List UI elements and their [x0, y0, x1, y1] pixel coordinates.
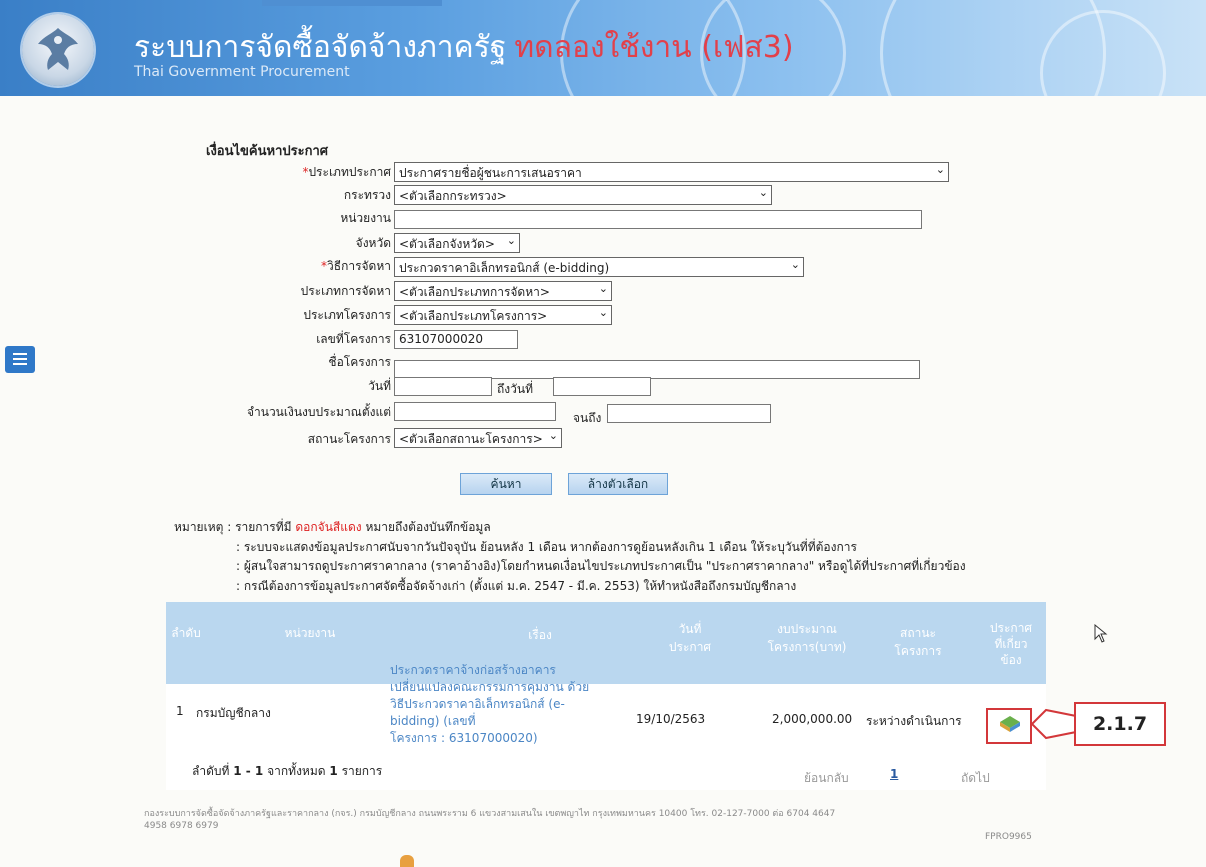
announcement-type-label: *ประเภทประกาศ [302, 165, 391, 179]
col-status-header: สถานะ โครงการ [894, 626, 942, 658]
row-subject-link[interactable]: ประกวดราคาจ้างก่อสร้างอาคาร เปลี่ยนแปลงค… [390, 662, 640, 747]
search-button[interactable]: ค้นหา [460, 473, 552, 495]
project-type-select[interactable]: <ตัวเลือกประเภทโครงการ> ⌄ [394, 305, 612, 325]
search-section-title: เงื่อนไขค้นหาประกาศ [206, 144, 329, 159]
budget-from-label: จำนวนเงินงบประมาณตั้งแต่ [246, 405, 391, 419]
prev-page-link[interactable]: ย้อนกลับ [804, 769, 849, 788]
footer-phone: 4958 6978 6979 [144, 821, 219, 831]
mouse-cursor-icon [1094, 624, 1108, 643]
province-select[interactable]: <ตัวเลือกจังหวัด> ⌄ [394, 233, 520, 253]
ministry-label: กระทรวง [343, 188, 391, 202]
next-page-link[interactable]: ถัดไป [961, 769, 990, 788]
row-status: ระหว่างดำเนินการ [866, 714, 962, 728]
announcement-type-select[interactable]: ประกาศรายชื่อผู้ชนะการเสนอราคา ⌄ [394, 162, 949, 182]
cgd-logo [22, 14, 94, 86]
status-select[interactable]: <ตัวเลือกสถานะโครงการ> ⌄ [394, 428, 562, 448]
title-text: ระบบการจัดซื้อจัดจ้างภาครัฐ [134, 30, 507, 65]
callout-pointer [1030, 708, 1077, 740]
method-select[interactable]: ประกวดราคาอิเล็กทรอนิกส์ (e-bidding) ⌄ [394, 257, 804, 277]
budget-to-label: จนถึง [573, 411, 602, 425]
province-label: จังหวัด [355, 236, 391, 250]
ministry-select[interactable]: <ตัวเลือกกระทรวง> ⌄ [394, 185, 772, 205]
footer-address: กองระบบการจัดซื้อจัดจ้างภาครัฐและราคากลา… [144, 809, 836, 819]
note-required: หมายเหตุ : รายการที่มี ดอกจันสีแดง หมายถ… [174, 520, 491, 534]
col-related-header: ประกาศ ที่เกี่ยว ข้อง [989, 621, 1033, 667]
row-date: 19/10/2563 [636, 712, 706, 726]
project-no-label: เลขที่โครงการ [316, 332, 391, 346]
col-no-header: ลำดับ [171, 626, 201, 640]
site-subtitle: Thai Government Procurement [134, 64, 350, 80]
trial-label: ทดลองใช้งาน (เฟส3) [514, 30, 794, 65]
row-no: 1 [176, 704, 184, 718]
page-number-link[interactable]: 1 [890, 767, 898, 781]
row-budget: 2,000,000.00 [772, 712, 853, 726]
method-label: *วิธีการจัดหา [321, 259, 391, 273]
agency-input[interactable] [394, 210, 922, 229]
page-footer: กองระบบการจัดซื้อจัดจ้างภาครัฐและราคากลา… [144, 808, 1044, 832]
project-no-input[interactable]: 63107000020 [394, 330, 518, 349]
results-summary: ลำดับที่ 1 - 1 จากทั้งหมด 1 รายการ [192, 764, 383, 778]
partial-logo-icon [400, 855, 414, 867]
clear-button[interactable]: ล้างตัวเลือก [568, 473, 668, 495]
col-date-header: วันที่ ประกาศ [668, 622, 712, 654]
site-header: ระบบการจัดซื้อจัดจ้างภาครัฐ ทดลองใช้งาน (… [0, 0, 1206, 96]
top-tab-strip[interactable] [262, 0, 442, 6]
col-agency-header: หน่วยงาน [284, 626, 336, 640]
hamburger-menu-icon[interactable] [5, 346, 35, 373]
date-from-label: วันที่ [368, 379, 391, 393]
note-line2: : ระบบจะแสดงข้อมูลประกาศนับจากวันปัจจุบั… [236, 540, 857, 554]
status-label: สถานะโครงการ [307, 432, 391, 446]
procurement-type-label: ประเภทการจัดหา [300, 284, 391, 298]
project-name-label: ชื่อโครงการ [328, 355, 391, 369]
date-to-label: ถึงวันที่ [497, 382, 533, 396]
col-subject-header: เรื่อง [528, 628, 552, 642]
related-announcement-icon[interactable] [999, 715, 1021, 737]
row-agency: กรมบัญชีกลาง [196, 706, 271, 720]
budget-from-input[interactable] [394, 402, 556, 421]
note-line3: : ผู้สนใจสามารถดูประกาศราคากลาง (ราคาอ้า… [236, 559, 966, 573]
project-type-label: ประเภทโครงการ [303, 308, 391, 322]
procurement-type-select[interactable]: <ตัวเลือกประเภทการจัดหา> ⌄ [394, 281, 612, 301]
col-budget-header: งบประมาณ โครงการ(บาท) [767, 622, 847, 654]
annotation-label: 2.1.7 [1074, 702, 1166, 746]
date-from-input[interactable] [394, 377, 492, 396]
budget-to-input[interactable] [607, 404, 771, 423]
agency-label: หน่วยงาน [340, 211, 391, 225]
footer-code: FPRO9965 [985, 832, 1032, 842]
note-line4: : กรณีต้องการข้อมูลประกาศจัดซื้อจัดจ้างเ… [236, 579, 797, 593]
date-to-input[interactable] [553, 377, 651, 396]
